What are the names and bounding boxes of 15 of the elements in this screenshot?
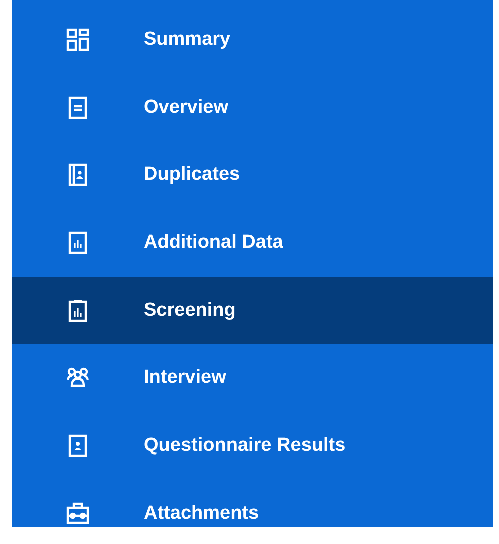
menu-item[interactable]: Additional Data bbox=[12, 209, 493, 277]
menu-item[interactable]: Attachments bbox=[12, 480, 493, 527]
menu-item[interactable]: Questionnaire Results bbox=[12, 412, 493, 480]
document-icon bbox=[66, 96, 90, 120]
grid-icon bbox=[66, 28, 90, 52]
menu-item[interactable]: Screening bbox=[12, 276, 493, 344]
clipboard-chart-icon bbox=[66, 298, 90, 323]
menu-item[interactable]: Duplicates bbox=[12, 141, 493, 210]
menu-item[interactable]: Interview bbox=[12, 344, 493, 412]
menu-item[interactable]: Overview bbox=[12, 74, 493, 142]
briefcase-icon bbox=[66, 502, 90, 526]
contact-card-icon bbox=[66, 163, 90, 188]
person-card-icon bbox=[66, 434, 90, 458]
menu-item[interactable]: Summary bbox=[12, 6, 493, 74]
bar-chart-icon bbox=[66, 230, 90, 255]
